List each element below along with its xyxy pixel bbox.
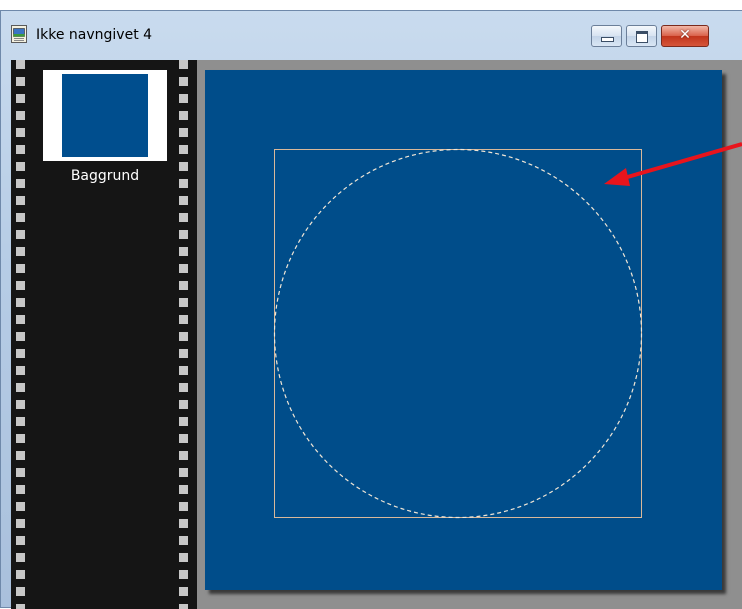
- document-window: Ikke navngivet 4 ✕ Baggrund: [0, 10, 742, 609]
- selection-bounding-box: [274, 149, 642, 518]
- film-perforation-right: [179, 60, 188, 609]
- film-perforation-left: [16, 60, 25, 609]
- minimize-button[interactable]: [591, 25, 622, 47]
- maximize-button[interactable]: [626, 25, 657, 47]
- canvas-workspace[interactable]: [197, 60, 742, 609]
- minimize-icon: [601, 37, 614, 42]
- close-button[interactable]: ✕: [661, 25, 709, 47]
- layer-filmstrip: Baggrund: [11, 60, 197, 609]
- title-bar[interactable]: Ikke navngivet 4 ✕: [1, 11, 742, 59]
- maximize-icon: [636, 31, 648, 43]
- selection-overlay: [273, 148, 643, 519]
- image-document-icon: [11, 25, 27, 43]
- circle-selection-marquee: [273, 148, 643, 519]
- close-icon: ✕: [679, 27, 691, 43]
- window-title: Ikke navngivet 4: [36, 27, 153, 43]
- layer-thumbnail-baggrund[interactable]: [43, 70, 167, 161]
- layer-thumbnail-preview: [62, 74, 148, 157]
- layer-label[interactable]: Baggrund: [43, 168, 167, 184]
- image-canvas[interactable]: [205, 70, 722, 590]
